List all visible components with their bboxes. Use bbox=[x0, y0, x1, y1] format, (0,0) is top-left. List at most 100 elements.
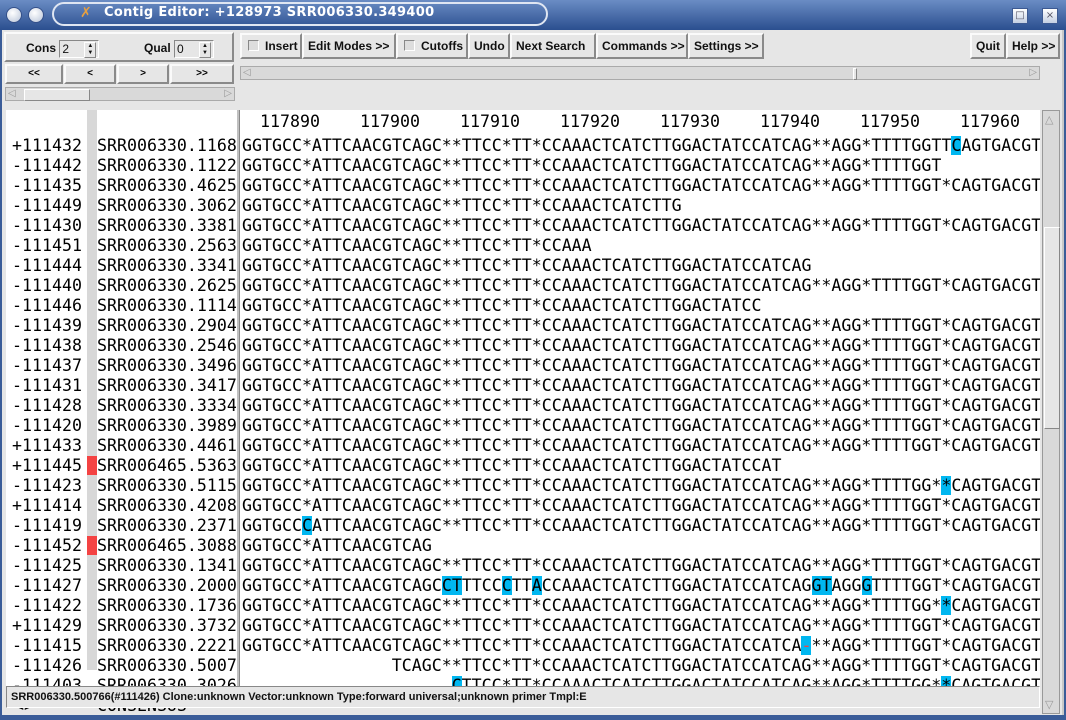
read-number[interactable]: +111445 bbox=[12, 456, 82, 476]
read-number[interactable]: -111426 bbox=[12, 656, 82, 676]
read-sequence[interactable]: GGTGCC*ATTCAACGTCAGC**TTCC*TT*CCAAACTCAT… bbox=[242, 636, 1040, 656]
read-number[interactable]: -111439 bbox=[12, 316, 82, 336]
read-name[interactable]: SRR006330.2221 bbox=[97, 636, 237, 656]
read-sequence[interactable]: GGTGCC*ATTCAACGTCAGC**TTCC*TT*CCAAACTCAT… bbox=[242, 256, 811, 276]
commands-button[interactable]: Commands >> bbox=[596, 33, 688, 59]
read-number[interactable]: +111414 bbox=[12, 496, 82, 516]
read-number[interactable]: +111429 bbox=[12, 616, 82, 636]
read-name[interactable]: SRR006330.4625 bbox=[97, 176, 237, 196]
read-name[interactable]: SRR006330.2371 bbox=[97, 516, 237, 536]
base-mismatch-highlight[interactable]: G bbox=[811, 576, 822, 595]
read-name[interactable]: SRR006330.3989 bbox=[97, 416, 237, 436]
read-number[interactable]: -111435 bbox=[12, 176, 82, 196]
read-sequence[interactable]: GGTGCC*ATTCAACGTCAGCCTTTCCCTTACCAAACTCAT… bbox=[242, 576, 1040, 596]
read-number[interactable]: -111420 bbox=[12, 416, 82, 436]
read-sequence[interactable]: GGTGCC*ATTCAACGTCAGC**TTCC*TT*CCAAACTCAT… bbox=[242, 296, 762, 316]
read-number[interactable]: -111444 bbox=[12, 256, 82, 276]
read-name[interactable]: SRR006330.1122 bbox=[97, 156, 237, 176]
base-mismatch-highlight[interactable]: A bbox=[531, 576, 542, 595]
checkbox-icon[interactable] bbox=[404, 40, 415, 51]
read-number[interactable]: -111449 bbox=[12, 196, 82, 216]
read-sequence[interactable]: GGTGCC*ATTCAACGTCAGC**TTCC*TT*CCAAACTCAT… bbox=[242, 156, 941, 176]
base-mismatch-highlight[interactable]: C bbox=[441, 576, 452, 595]
read-name[interactable]: SRR006330.3417 bbox=[97, 376, 237, 396]
names-hscroll-thumb[interactable] bbox=[24, 89, 90, 101]
read-sequence[interactable]: TCAGC**TTCC*TT*CCAAACTCATCTTGGACTATCCATC… bbox=[392, 656, 1040, 676]
undo-button[interactable]: Undo bbox=[468, 33, 510, 59]
base-mismatch-highlight[interactable]: C bbox=[501, 576, 512, 595]
scroll-left-arrow-icon[interactable]: ◁ bbox=[8, 88, 16, 100]
read-number[interactable]: +111433 bbox=[12, 436, 82, 456]
read-number[interactable]: -111422 bbox=[12, 596, 82, 616]
read-number[interactable]: -111415 bbox=[12, 636, 82, 656]
read-number[interactable]: -111425 bbox=[12, 556, 82, 576]
spin-arrows-icon[interactable]: ▲ ▼ bbox=[199, 41, 212, 58]
read-name[interactable]: SRR006330.3341 bbox=[97, 256, 237, 276]
scroll-next-button[interactable]: > bbox=[117, 64, 169, 84]
read-sequence[interactable]: GGTGCC*ATTCAACGTCAGC**TTCC*TT*CCAAACTCAT… bbox=[242, 416, 1040, 436]
read-number[interactable]: -111451 bbox=[12, 236, 82, 256]
spin-arrows-icon[interactable]: ▲ ▼ bbox=[84, 41, 97, 58]
read-sequence[interactable]: GGTGCCCATTCAACGTCAGC**TTCC*TT*CCAAACTCAT… bbox=[242, 516, 1040, 536]
read-name[interactable]: SRR006330.4208 bbox=[97, 496, 237, 516]
read-name[interactable]: SRR006330.1168 bbox=[97, 136, 237, 156]
scroll-prev-button[interactable]: < bbox=[64, 64, 116, 84]
scroll-left-arrow-icon[interactable]: ◁ bbox=[243, 67, 251, 79]
next-search-button[interactable]: Next Search bbox=[510, 33, 596, 59]
scroll-right-arrow-icon[interactable]: ▷ bbox=[224, 88, 232, 100]
read-number[interactable]: -111419 bbox=[12, 516, 82, 536]
sequence-panel[interactable]: 117890 117900 117910 117920 117930 117940 1179… bbox=[240, 110, 1040, 694]
read-sequence[interactable]: GGTGCC*ATTCAACGTCAGC**TTCC*TT*CCAAACTCAT… bbox=[242, 216, 1040, 236]
read-name[interactable]: SRR006330.2546 bbox=[97, 336, 237, 356]
read-sequence[interactable]: GGTGCC*ATTCAACGTCAGC**TTCC*TT*CCAAACTCAT… bbox=[242, 196, 682, 216]
read-number[interactable]: -111452 bbox=[12, 536, 82, 556]
cutoffs-toggle[interactable]: Cutoffs bbox=[396, 33, 468, 59]
read-sequence[interactable]: GGTGCC*ATTCAACGTCAGC**TTCC*TT*CCAAACTCAT… bbox=[242, 356, 1040, 376]
help-button[interactable]: Help >> bbox=[1006, 33, 1060, 59]
read-sequence[interactable]: GGTGCC*ATTCAACGTCAGC**TTCC*TT*CCAAACTCAT… bbox=[242, 556, 1040, 576]
read-sequence[interactable]: GGTGCC*ATTCAACGTCAGC**TTCC*TT*CCAAACTCAT… bbox=[242, 396, 1040, 416]
scroll-right-arrow-icon[interactable]: ▷ bbox=[1029, 67, 1037, 79]
scroll-up-arrow-icon[interactable]: △ bbox=[1045, 113, 1053, 126]
base-mismatch-highlight[interactable]: * bbox=[941, 596, 952, 615]
read-sequence[interactable]: GGTGCC*ATTCAACGTCAGC**TTCC*TT*CCAAACTCAT… bbox=[242, 616, 1040, 636]
read-number[interactable]: -111446 bbox=[12, 296, 82, 316]
read-name[interactable]: SRR006330.2904 bbox=[97, 316, 237, 336]
names-hscrollbar[interactable]: ◁ ▷ bbox=[5, 87, 235, 101]
read-sequence[interactable]: GGTGCC*ATTCAACGTCAGC**TTCC*TT*CCAAACTCAT… bbox=[242, 336, 1040, 356]
quit-button[interactable]: Quit bbox=[970, 33, 1006, 59]
close-button[interactable]: × bbox=[1042, 8, 1058, 24]
read-name[interactable]: SRR006330.2625 bbox=[97, 276, 237, 296]
cons-spinbox[interactable]: 2 ▲ ▼ bbox=[59, 39, 100, 58]
base-mismatch-highlight[interactable]: - bbox=[801, 636, 812, 655]
read-number[interactable]: -111427 bbox=[12, 576, 82, 596]
read-number[interactable]: -111440 bbox=[12, 276, 82, 296]
read-name[interactable]: SRR006330.2000 bbox=[97, 576, 237, 596]
read-name[interactable]: SRR006330.1341 bbox=[97, 556, 237, 576]
base-mismatch-highlight[interactable]: * bbox=[941, 476, 952, 495]
read-sequence[interactable]: GGTGCC*ATTCAACGTCAGC**TTCC*TT*CCAAACTCAT… bbox=[242, 476, 1040, 496]
base-mismatch-highlight[interactable]: T bbox=[451, 576, 462, 595]
edit-modes-button[interactable]: Edit Modes >> bbox=[302, 33, 396, 59]
read-name[interactable]: SRR006330.1736 bbox=[97, 596, 237, 616]
read-sequence[interactable]: GGTGCC*ATTCAACGTCAG bbox=[242, 536, 432, 556]
sequence-vscrollbar[interactable]: △ ▽ bbox=[1042, 110, 1060, 714]
read-number[interactable]: -111430 bbox=[12, 216, 82, 236]
read-name[interactable]: SRR006330.3334 bbox=[97, 396, 237, 416]
maximize-button[interactable]: □ bbox=[1012, 8, 1028, 24]
read-number[interactable]: -111431 bbox=[12, 376, 82, 396]
read-name[interactable]: SRR006330.1114 bbox=[97, 296, 237, 316]
window-menu-button[interactable] bbox=[6, 7, 22, 23]
qual-spinbox[interactable]: 0 ▲ ▼ bbox=[174, 39, 215, 58]
read-number[interactable]: -111428 bbox=[12, 396, 82, 416]
read-number[interactable]: -111442 bbox=[12, 156, 82, 176]
read-name[interactable]: SRR006330.3496 bbox=[97, 356, 237, 376]
read-name[interactable]: SRR006330.4461 bbox=[97, 436, 237, 456]
read-sequence[interactable]: GGTGCC*ATTCAACGTCAGC**TTCC*TT*CCAAACTCAT… bbox=[242, 376, 1040, 396]
base-mismatch-highlight[interactable]: C bbox=[951, 136, 962, 155]
read-name[interactable]: SRR006465.3088 bbox=[97, 536, 237, 556]
base-mismatch-highlight[interactable]: G bbox=[861, 576, 872, 595]
read-number[interactable]: -111438 bbox=[12, 336, 82, 356]
read-sequence[interactable]: GGTGCC*ATTCAACGTCAGC**TTCC*TT*CCAAACTCAT… bbox=[242, 136, 1040, 156]
read-name[interactable]: SRR006330.3062 bbox=[97, 196, 237, 216]
